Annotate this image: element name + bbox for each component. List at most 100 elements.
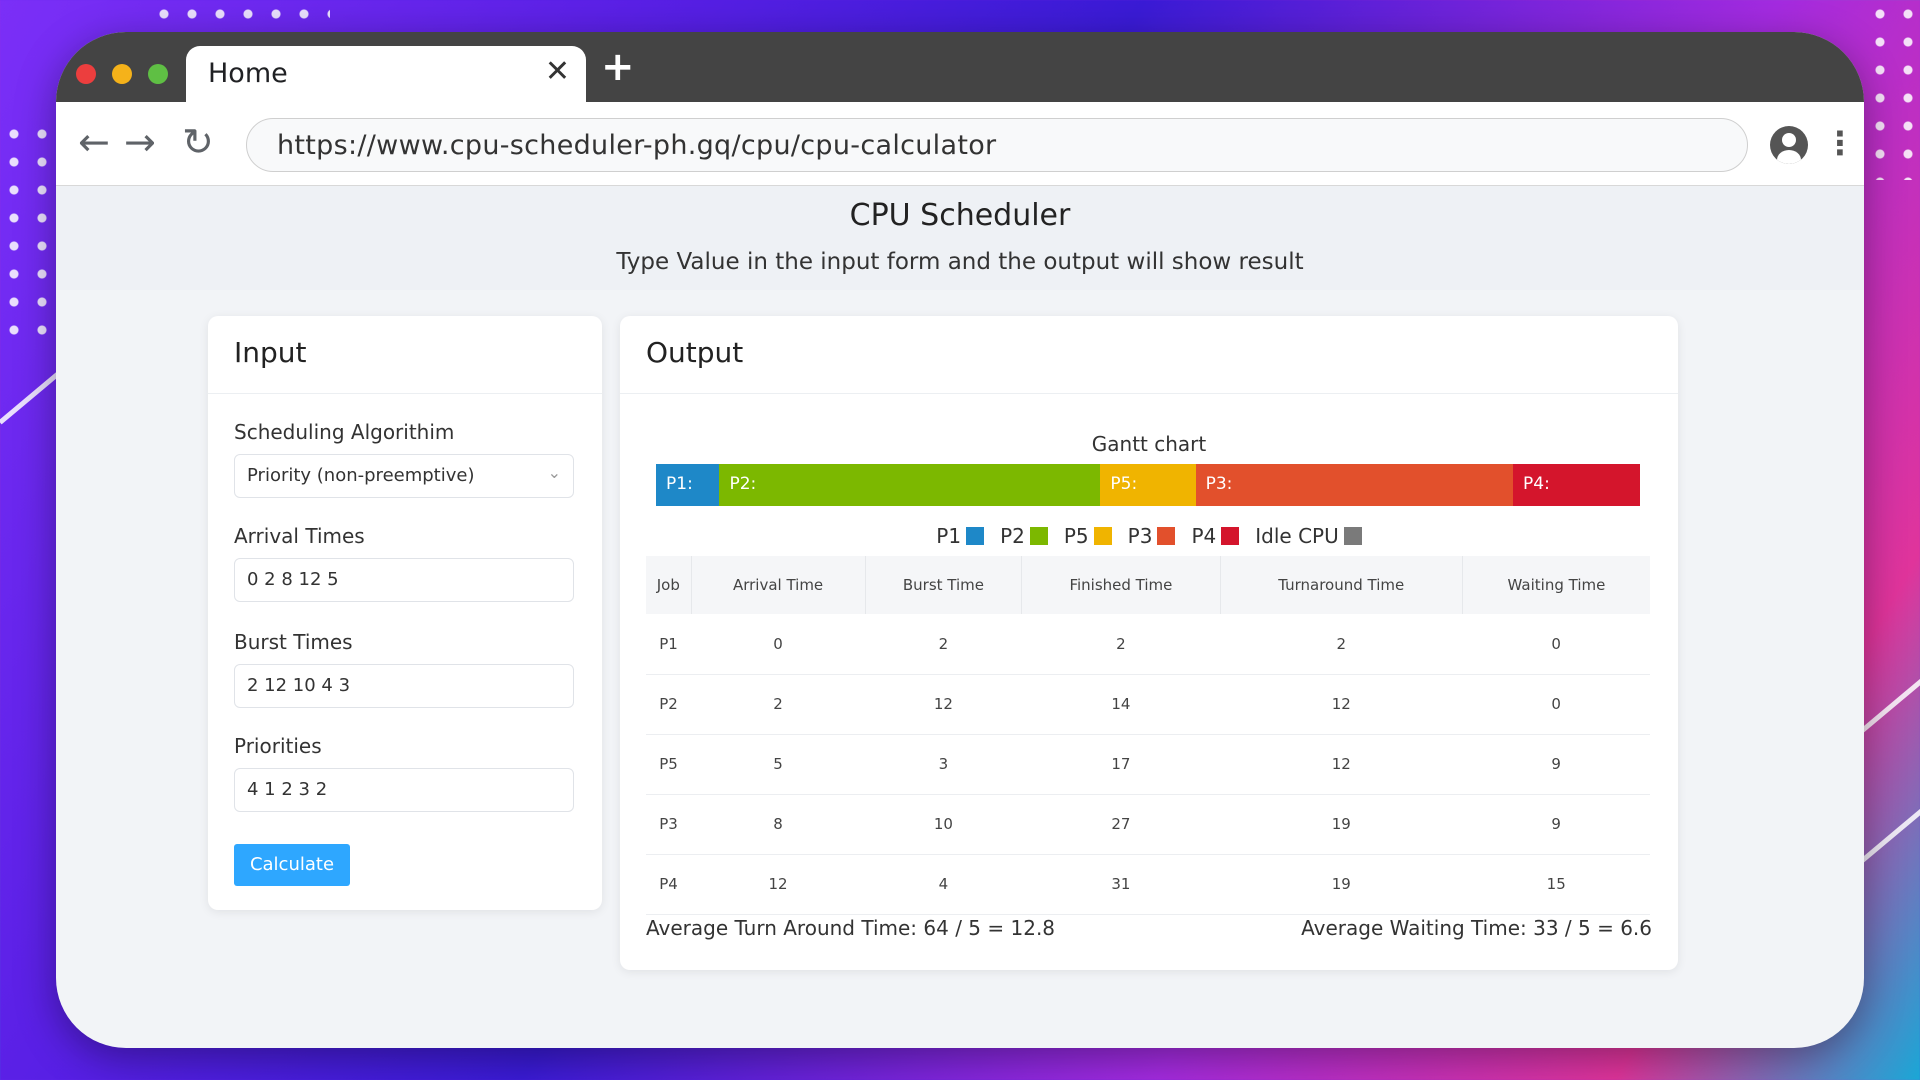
algorithm-select[interactable]: Priority (non-preemptive) ⌄ bbox=[234, 454, 574, 498]
browser-menu-icon[interactable]: ⋮ bbox=[1824, 124, 1856, 162]
decor-dots bbox=[0, 120, 50, 340]
table-cell: 15 bbox=[1462, 854, 1650, 915]
legend-swatch bbox=[966, 527, 985, 545]
priorities-input[interactable]: 4 1 2 3 2 bbox=[234, 768, 574, 812]
decor-stripe bbox=[1858, 783, 1920, 865]
table-cell: P3 bbox=[646, 794, 692, 855]
browser-tab[interactable]: Home ✕ bbox=[186, 46, 586, 102]
legend-label: P2 bbox=[1000, 524, 1025, 548]
gantt-chart-title: Gantt chart bbox=[1091, 432, 1207, 456]
legend-label: P5 bbox=[1063, 524, 1089, 548]
table-cell: 2 bbox=[1021, 614, 1221, 675]
gantt-segment: P2: bbox=[719, 464, 1101, 506]
reload-icon[interactable]: ↻ bbox=[182, 120, 214, 164]
back-arrow-icon[interactable]: ← bbox=[78, 120, 110, 164]
legend-item: P2 bbox=[1000, 524, 1048, 548]
browser-window: Home ✕ + ← → ↻ https://www.cpu-scheduler… bbox=[56, 32, 1864, 1048]
legend-swatch bbox=[1343, 527, 1362, 545]
url-text: https://www.cpu-scheduler-ph.gq/cpu/cpu-… bbox=[277, 130, 997, 161]
column-header: Waiting Time bbox=[1462, 556, 1650, 614]
chevron-down-icon: ⌄ bbox=[547, 463, 561, 482]
table-cell: 0 bbox=[691, 614, 866, 675]
table-row: P3 8 10 27 19 9 bbox=[646, 794, 1650, 855]
table-cell: 10 bbox=[865, 794, 1022, 855]
burst-times-label: Burst Times bbox=[234, 630, 353, 654]
minimize-window-button[interactable] bbox=[112, 64, 132, 84]
legend-item: P4 bbox=[1191, 524, 1240, 548]
legend-item: P1 bbox=[936, 524, 985, 548]
column-header: Job bbox=[646, 556, 692, 614]
decor-dots bbox=[1866, 0, 1920, 180]
tab-close-icon[interactable]: ✕ bbox=[545, 54, 570, 89]
new-tab-icon[interactable]: + bbox=[601, 44, 635, 90]
gantt-segment-label: P4: bbox=[1523, 474, 1550, 494]
table-row: P1 0 2 2 2 0 bbox=[646, 614, 1650, 675]
gantt-segment: P4: bbox=[1513, 464, 1640, 506]
page-header: CPU Scheduler Type Value in the input fo… bbox=[56, 186, 1864, 290]
gantt-segment: P3: bbox=[1195, 464, 1514, 506]
page-title: CPU Scheduler bbox=[849, 198, 1071, 233]
column-header: Arrival Time bbox=[691, 556, 866, 614]
table-cell: 14 bbox=[1021, 674, 1221, 735]
gantt-chart: P1: P2: P5: P3: P4: bbox=[656, 464, 1640, 506]
algorithm-selected-value: Priority (non-preemptive) bbox=[247, 465, 475, 486]
table-cell: 0 bbox=[1462, 614, 1650, 675]
table-row: P5 5 3 17 12 9 bbox=[646, 734, 1650, 795]
gantt-segment: P5: bbox=[1100, 464, 1196, 506]
table-cell: 2 bbox=[1220, 614, 1463, 675]
gantt-segment-label: P3: bbox=[1205, 474, 1233, 494]
gantt-legend: P1 P2 P5 P3 P4 Idle CPU bbox=[620, 524, 1678, 548]
table-cell: 12 bbox=[1220, 734, 1463, 795]
results-table: Job Arrival Time Burst Time Finished Time Tu… bbox=[646, 556, 1650, 915]
column-header: Finished Time bbox=[1021, 556, 1221, 614]
legend-item: P3 bbox=[1128, 524, 1176, 548]
table-cell: 27 bbox=[1021, 794, 1221, 855]
output-card: Output Gantt chart P1: P2: P5: P3: P4: P1 P2 P… bbox=[620, 316, 1678, 970]
calculate-button[interactable]: Calculate bbox=[234, 844, 350, 886]
profile-avatar-icon[interactable] bbox=[1770, 126, 1808, 164]
gantt-segment-label: P5: bbox=[1110, 474, 1138, 494]
algorithm-label: Scheduling Algorithim bbox=[234, 420, 455, 444]
table-cell: 9 bbox=[1462, 734, 1650, 795]
title-bar: Home ✕ + bbox=[56, 32, 1864, 102]
tab-title: Home bbox=[208, 58, 288, 89]
legend-label: P4 bbox=[1191, 524, 1217, 548]
table-cell: 9 bbox=[1462, 794, 1650, 855]
table-cell: 31 bbox=[1021, 854, 1221, 915]
table-cell: 12 bbox=[691, 854, 866, 915]
arrival-times-input[interactable]: 0 2 8 12 5 bbox=[234, 558, 574, 602]
forward-arrow-icon[interactable]: → bbox=[124, 120, 156, 164]
table-cell: 4 bbox=[865, 854, 1022, 915]
table-cell: 19 bbox=[1220, 794, 1463, 855]
table-cell: 17 bbox=[1021, 734, 1221, 795]
table-cell: P2 bbox=[646, 674, 692, 735]
legend-swatch bbox=[1029, 527, 1048, 545]
legend-label: Idle CPU bbox=[1255, 524, 1339, 548]
table-cell: P1 bbox=[646, 614, 692, 675]
table-cell: 2 bbox=[691, 674, 866, 735]
column-header: Burst Time bbox=[865, 556, 1023, 614]
table-row: P4 12 4 31 19 15 bbox=[646, 854, 1650, 915]
arrival-times-label: Arrival Times bbox=[234, 524, 365, 548]
burst-times-input[interactable]: 2 12 10 4 3 bbox=[234, 664, 574, 708]
decor-stripe bbox=[1858, 653, 1920, 735]
output-card-title: Output bbox=[620, 316, 1678, 394]
legend-item: Idle CPU bbox=[1255, 524, 1362, 548]
legend-swatch bbox=[1093, 527, 1112, 545]
input-card-title: Input bbox=[208, 316, 602, 394]
address-bar[interactable]: https://www.cpu-scheduler-ph.gq/cpu/cpu-… bbox=[246, 118, 1748, 172]
table-cell: P4 bbox=[646, 854, 692, 915]
table-cell: 12 bbox=[865, 674, 1022, 735]
table-cell: 8 bbox=[691, 794, 866, 855]
table-cell: 12 bbox=[1220, 674, 1463, 735]
legend-item: P5 bbox=[1064, 524, 1112, 548]
table-cell: 3 bbox=[865, 734, 1022, 795]
legend-label: P1 bbox=[936, 524, 962, 548]
close-window-button[interactable] bbox=[76, 64, 96, 84]
table-cell: P5 bbox=[646, 734, 692, 795]
navigation-bar: ← → ↻ https://www.cpu-scheduler-ph.gq/cp… bbox=[56, 102, 1864, 186]
gantt-segment-label: P1: bbox=[666, 474, 693, 494]
table-header-row: Job Arrival Time Burst Time Finished Time Tu… bbox=[646, 556, 1650, 614]
maximize-window-button[interactable] bbox=[148, 64, 168, 84]
page-subtitle: Type Value in the input form and the out… bbox=[616, 249, 1304, 275]
